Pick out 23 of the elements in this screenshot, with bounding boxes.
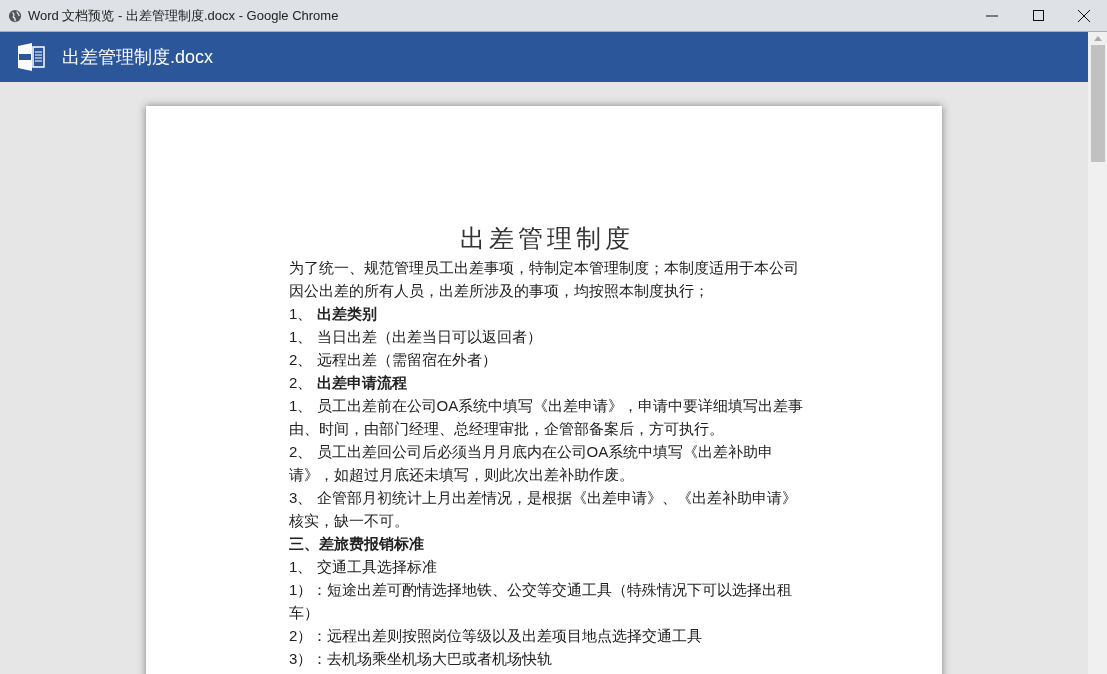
paragraph: 1、 出差类别 bbox=[289, 304, 378, 324]
paragraph: 2、 远程出差（需留宿在外者） bbox=[289, 350, 498, 370]
close-icon bbox=[1078, 9, 1090, 22]
paragraph: 为了统一、规范管理员工出差事项，特制定本管理制度；本制度适用于本公司因公出差的所有人员，出差所涉及的事项，均按照本制度执行； bbox=[289, 258, 800, 301]
paragraph: 2、 出差申请流程 bbox=[289, 373, 408, 393]
paragraph: 2）：远程出差则按照岗位等级以及出差项目地点选择交通工具 bbox=[289, 626, 704, 646]
document-title: 出差管理制度 bbox=[458, 224, 635, 254]
paragraph: 1）：短途出差可酌情选择地铁、公交等交通工具（特殊情况下可以选择出租车） bbox=[289, 580, 794, 623]
document-icon bbox=[16, 42, 46, 72]
globe-icon bbox=[8, 8, 22, 23]
scroll-up-icon bbox=[1093, 36, 1102, 41]
paragraph: 三、差旅费报销标准 bbox=[289, 534, 425, 554]
paragraph: 3）：去机场乘坐机场大巴或者机场快轨 bbox=[289, 649, 554, 669]
maximize-icon bbox=[1032, 10, 1044, 21]
minimize-icon bbox=[986, 14, 998, 17]
paragraph: 2、 员工出差回公司后必须当月月底内在公司OA系统中填写《出差补助申请》，如超过月底还未填写，则此次出差补助作废。 bbox=[289, 442, 775, 485]
window-title: Word 文档预览 - 出差管理制度.docx - Google Chrome bbox=[28, 6, 339, 25]
scrollbar-thumb[interactable] bbox=[1090, 45, 1105, 162]
paragraph: 1、 交通工具选择标准 bbox=[289, 557, 438, 577]
paragraph: 1、 员工出差前在公司OA系统中填写《出差申请》，申请中要详细填写出差事由、时间，由部门经理、总经理审批，企管部备案后，方可执行。 bbox=[289, 396, 804, 439]
file-name: 出差管理制度.docx bbox=[62, 45, 214, 69]
paragraph: 1、 当日出差（出差当日可以返回者） bbox=[289, 327, 543, 347]
paragraph: 3、 企管部月初统计上月出差情况，是根据《出差申请》、《出差补助申请》核实，缺一不可。 bbox=[289, 488, 798, 531]
